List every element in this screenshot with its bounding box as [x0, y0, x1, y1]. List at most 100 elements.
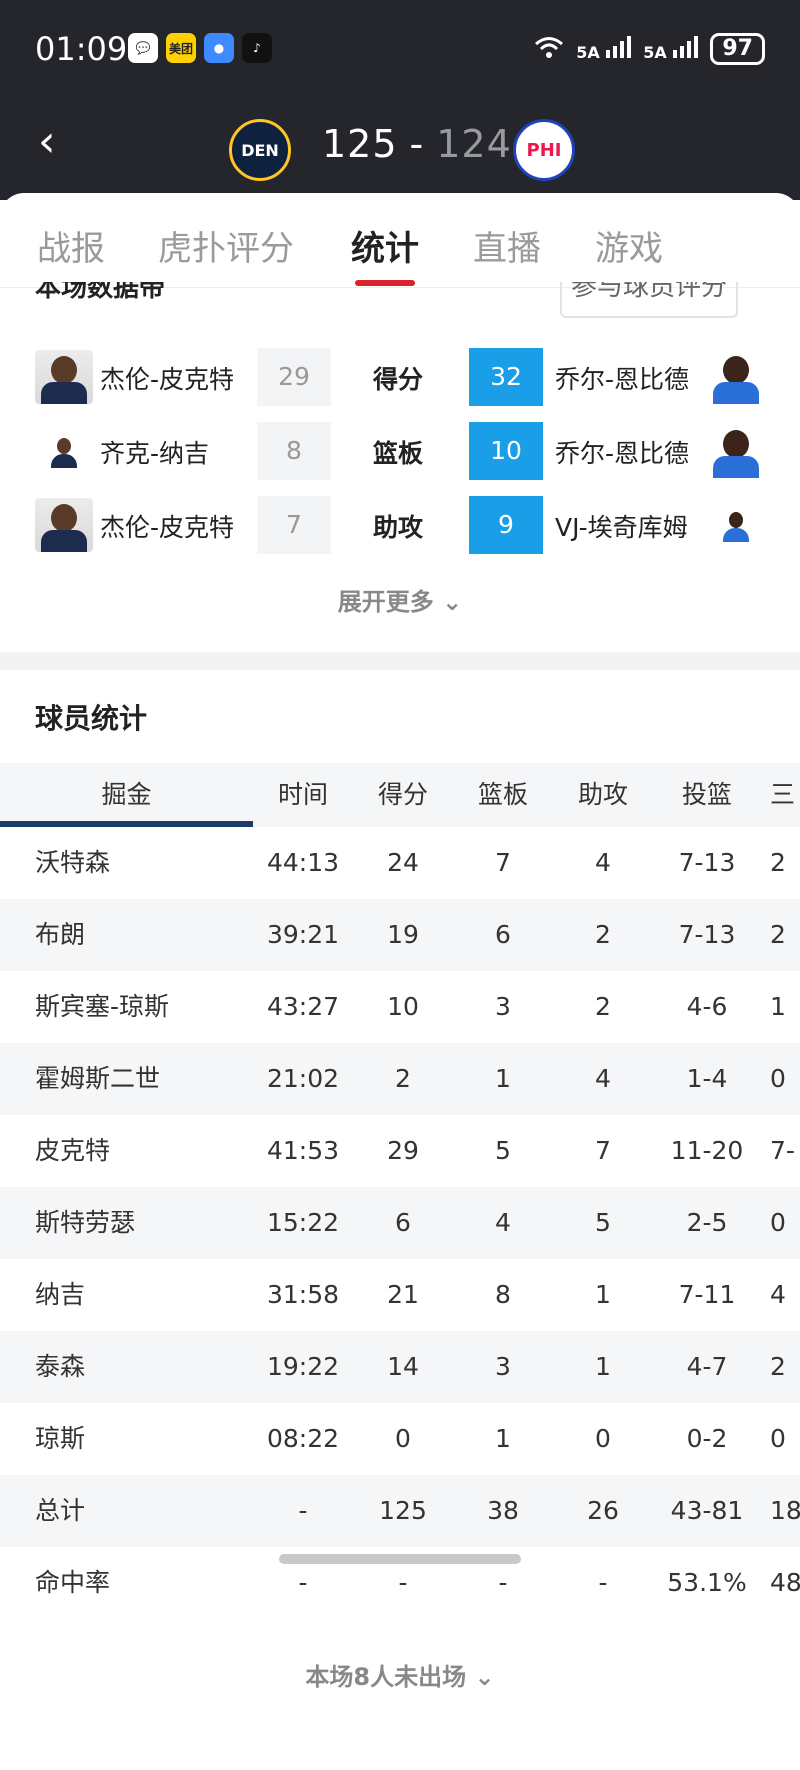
message-icon: ● [204, 33, 234, 63]
stat-cell: 4 [495, 1208, 511, 1237]
col-header: 得分 [377, 780, 428, 809]
stat-cell: 39:21 [266, 920, 340, 949]
stat-cell: 1 [495, 1064, 511, 1093]
stat-cell: 41:53 [266, 1136, 340, 1165]
home-leader-value: 7 [257, 496, 331, 554]
home-leader-value: 8 [257, 422, 331, 480]
home-leader-name: 杰伦-皮克特 [100, 513, 235, 542]
leader-row-points[interactable]: 杰伦-皮克特 29 得分 32 乔尔-恩比德 [0, 348, 800, 408]
tab-games[interactable]: 游戏 [595, 221, 663, 270]
stat-cell: 3 [495, 992, 511, 1021]
player-name-cell: 纳吉 [35, 1280, 86, 1309]
clock: 01:09 [35, 30, 128, 68]
avatar-head [51, 356, 77, 384]
avatar-head [729, 512, 743, 528]
battery-icon: 97 [710, 33, 765, 65]
player-name-cell: 总计 [35, 1496, 86, 1525]
stat-cell: 0-2 [686, 1424, 728, 1453]
stat-cell: 26 [587, 1496, 619, 1525]
home-leader-value: 29 [257, 348, 331, 406]
rate-players-button[interactable]: 参与球员评分 [560, 282, 738, 318]
away-score: 124 [436, 122, 512, 166]
away-leader-value: 9 [469, 496, 543, 554]
col-header: 投篮 [681, 780, 732, 809]
leader-row-assists[interactable]: 杰伦-皮克特 7 助攻 9 VJ-埃奇库姆 [0, 496, 800, 556]
col-header: 篮板 [477, 780, 528, 809]
player-name-cell: 皮克特 [35, 1136, 111, 1165]
player-avatar [707, 350, 765, 404]
stat-cell: 0 [395, 1424, 411, 1453]
stat-cell: 43-81 [670, 1496, 744, 1525]
back-chevron-icon[interactable]: ‹ [38, 120, 56, 164]
player-avatar [35, 498, 93, 552]
table-row[interactable]: 斯特劳瑟 15:22 6 4 5 2-5 0 [0, 1187, 800, 1259]
top-bar: 01:09 💬 美团 ● ♪ 5A 5A 97 ‹ DEN 125-124 PHI [0, 0, 800, 200]
stat-cell: 53.1% [667, 1568, 747, 1597]
tab-bar: 战报 虎扑评分 统计 直播 游戏 [0, 193, 800, 288]
expand-more-button[interactable]: 展开更多 ⌄ [0, 582, 800, 617]
notification-icons: 💬 美团 ● ♪ [128, 33, 272, 63]
table-row[interactable]: 总计 - 125 38 26 43-81 18 [0, 1475, 800, 1547]
stat-cell: 4-7 [686, 1352, 728, 1381]
home-leader-name: 杰伦-皮克特 [100, 365, 235, 394]
away-leader-name: 乔尔-恩比德 [555, 365, 690, 394]
home-indicator[interactable] [279, 1554, 521, 1564]
tab-ratings[interactable]: 虎扑评分 [158, 221, 294, 270]
chat-bubble-icon: 💬 [128, 33, 158, 63]
nuggets-logo[interactable]: DEN [229, 119, 291, 181]
table-row[interactable]: 斯宾塞-琼斯 43:27 10 3 2 4-6 1 [0, 971, 800, 1043]
player-avatar [35, 350, 93, 404]
active-tab-indicator [355, 280, 415, 286]
stat-cell: 1-4 [686, 1064, 728, 1093]
stat-cell: 21:02 [266, 1064, 340, 1093]
stat-cell: 24 [387, 848, 419, 877]
stat-cell: 125 [379, 1496, 427, 1525]
stat-cell: 0 [595, 1424, 611, 1453]
stat-cell: 10 [387, 992, 419, 1021]
tab-live[interactable]: 直播 [473, 221, 541, 270]
player-name-cell: 斯宾塞-琼斯 [35, 992, 170, 1021]
stat-cell: 2-5 [686, 1208, 728, 1237]
table-row[interactable]: 纳吉 31:58 21 8 1 7-11 4 [0, 1259, 800, 1331]
avatar-head [57, 438, 71, 454]
stat-cell: 29 [387, 1136, 419, 1165]
stat-cell: 5 [595, 1208, 611, 1237]
stat-cell: 7 [595, 1136, 611, 1165]
inactive-players-toggle[interactable]: 本场8人未出场 ⌄ [0, 1657, 800, 1692]
avatar-head [723, 430, 749, 458]
stat-cell: 19 [387, 920, 419, 949]
table-row[interactable]: 泰森 19:22 14 3 1 4-7 2 [0, 1331, 800, 1403]
76ers-logo[interactable]: PHI [513, 119, 575, 181]
leader-row-rebounds[interactable]: 齐克-纳吉 8 篮板 10 乔尔-恩比德 [0, 422, 800, 482]
player-name-cell: 琼斯 [35, 1424, 86, 1453]
player-name-cell: 布朗 [35, 920, 86, 949]
section-divider [0, 652, 800, 670]
status-bar: 01:09 💬 美团 ● ♪ 5A 5A 97 [0, 0, 800, 100]
table-row[interactable]: 布朗 39:21 19 6 2 7-13 2 [0, 899, 800, 971]
player-name-cell: 命中率 [35, 1568, 111, 1597]
home-leader-name: 齐克-纳吉 [100, 439, 210, 468]
avatar-jersey [713, 382, 759, 404]
stat-cell: 11-20 [670, 1136, 744, 1165]
stat-cell: 4 [770, 1280, 786, 1309]
stat-cell: 2 [595, 920, 611, 949]
tab-report[interactable]: 战报 [37, 221, 105, 270]
signal-label-2: 5A [643, 43, 667, 62]
away-leader-value: 32 [469, 348, 543, 406]
table-row[interactable]: 皮克特 41:53 29 5 7 11-20 7- [0, 1115, 800, 1187]
table-row[interactable]: 霍姆斯二世 21:02 2 1 4 1-4 0 [0, 1043, 800, 1115]
stat-cell: 44:13 [266, 848, 340, 877]
stat-cell: 31:58 [266, 1280, 340, 1309]
table-row[interactable]: 琼斯 08:22 0 1 0 0-2 0 [0, 1403, 800, 1475]
player-name-cell: 霍姆斯二世 [35, 1064, 161, 1093]
away-leader-name: VJ-埃奇库姆 [555, 513, 688, 542]
leader-category: 篮板 [373, 439, 424, 468]
avatar-head [723, 356, 749, 384]
team-tab-nuggets[interactable]: 掘金 [0, 763, 253, 827]
leaders-section-title: 本场数据帝 [35, 282, 166, 303]
stat-cell: 7-13 [678, 920, 736, 949]
table-row[interactable]: 沃特森 44:13 24 7 4 7-13 2 [0, 827, 800, 899]
tab-stats[interactable]: 统计 [351, 221, 419, 270]
player-avatar [707, 498, 765, 552]
player-name-cell: 沃特森 [35, 848, 111, 877]
